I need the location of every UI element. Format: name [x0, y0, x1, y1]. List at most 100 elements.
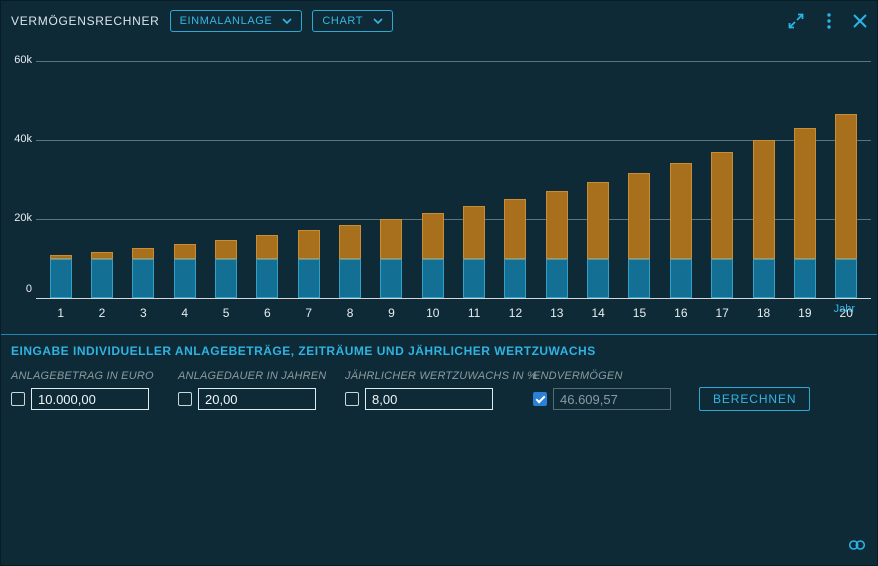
bar-segment-invested[interactable]	[215, 259, 237, 299]
bar-segment-invested[interactable]	[794, 259, 816, 299]
bar-segment-invested[interactable]	[132, 259, 154, 299]
anlagebetrag-control	[11, 388, 149, 410]
stacked-bar[interactable]	[587, 182, 609, 298]
bar-segment-growth[interactable]	[132, 248, 154, 258]
stacked-bar[interactable]	[132, 248, 154, 298]
bar-segment-growth[interactable]	[298, 230, 320, 258]
wertzuwachs-checkbox[interactable]	[345, 392, 359, 406]
kebab-menu-icon[interactable]	[827, 13, 831, 29]
stacked-bar[interactable]	[711, 152, 733, 298]
bar-segment-growth[interactable]	[794, 128, 816, 259]
anlagebetrag-input[interactable]	[31, 388, 149, 410]
stacked-bar[interactable]	[91, 252, 113, 298]
bar-segment-invested[interactable]	[256, 259, 278, 299]
bar-segment-growth[interactable]	[215, 240, 237, 259]
x-tick-label: 16	[660, 299, 701, 320]
bar-segment-growth[interactable]	[504, 199, 526, 259]
bar-segment-invested[interactable]	[174, 259, 196, 299]
bar-segment-invested[interactable]	[504, 259, 526, 299]
field-endvermoegen: ENDVERMÖGEN	[533, 370, 671, 410]
x-tick-label: 8	[329, 299, 370, 320]
stacked-bar[interactable]	[504, 199, 526, 298]
stacked-bar[interactable]	[835, 114, 857, 298]
ansicht-dropdown[interactable]: CHART	[312, 10, 393, 32]
bar-segment-growth[interactable]	[628, 173, 650, 259]
bar-segment-invested[interactable]	[91, 259, 113, 299]
expand-arrows-icon[interactable]	[787, 12, 805, 30]
bar-segment-growth[interactable]	[380, 219, 402, 258]
bar-segment-invested[interactable]	[628, 259, 650, 299]
bar-segment-growth[interactable]	[422, 213, 444, 259]
bar-segment-invested[interactable]	[298, 259, 320, 299]
anlagebetrag-label: ANLAGEBETRAG IN EURO	[11, 370, 149, 382]
bar-segment-growth[interactable]	[753, 140, 775, 258]
bar-segment-growth[interactable]	[174, 244, 196, 258]
bar-segment-growth[interactable]	[463, 206, 485, 259]
bar-column	[164, 61, 205, 298]
bar-segment-invested[interactable]	[50, 259, 72, 299]
stacked-bar[interactable]	[339, 225, 361, 298]
stacked-bar[interactable]	[50, 255, 72, 298]
bar-segment-growth[interactable]	[835, 114, 857, 259]
chevron-down-icon	[373, 18, 383, 24]
stacked-bar[interactable]	[174, 244, 196, 298]
anlagebetrag-checkbox[interactable]	[11, 392, 25, 406]
berechnen-button[interactable]: BERECHNEN	[699, 387, 810, 411]
endvermoegen-input[interactable]	[553, 388, 671, 410]
close-x-icon[interactable]	[853, 14, 867, 28]
y-tick-label: 20k	[5, 212, 32, 224]
x-tick-label: 1	[40, 299, 81, 320]
stacked-bar[interactable]	[298, 230, 320, 298]
wealth-bar-chart: Jahr 1234567891011121314151617181920 020…	[1, 61, 871, 320]
anlagedauer-label: ANLAGEDAUER IN JAHREN	[178, 370, 316, 382]
bar-segment-growth[interactable]	[546, 191, 568, 259]
bar-segment-invested[interactable]	[670, 259, 692, 299]
x-tick-label: 4	[164, 299, 205, 320]
x-tick-label: 11	[453, 299, 494, 320]
x-tick-label: 12	[495, 299, 536, 320]
bar-segment-growth[interactable]	[587, 182, 609, 259]
stacked-bar[interactable]	[422, 213, 444, 298]
stacked-bar[interactable]	[628, 173, 650, 298]
bar-column	[205, 61, 246, 298]
stacked-bar[interactable]	[463, 206, 485, 298]
x-tick-label: 14	[577, 299, 618, 320]
bar-segment-growth[interactable]	[256, 235, 278, 258]
stacked-bar[interactable]	[546, 191, 568, 298]
stacked-bar[interactable]	[753, 140, 775, 298]
stacked-bar[interactable]	[256, 235, 278, 298]
y-tick-label: 40k	[5, 133, 32, 145]
x-tick-label: 15	[619, 299, 660, 320]
bar-segment-invested[interactable]	[587, 259, 609, 299]
bar-segment-invested[interactable]	[380, 259, 402, 299]
anlagedauer-control	[178, 388, 316, 410]
bar-column	[40, 61, 81, 298]
endvermoegen-checkbox[interactable]	[533, 392, 547, 406]
bar-column	[288, 61, 329, 298]
bar-segment-invested[interactable]	[339, 259, 361, 299]
anlagedauer-checkbox[interactable]	[178, 392, 192, 406]
wertzuwachs-input[interactable]	[365, 388, 493, 410]
bar-segment-invested[interactable]	[546, 259, 568, 299]
stacked-bar[interactable]	[794, 128, 816, 298]
bar-column	[453, 61, 494, 298]
wertzuwachs-control	[345, 388, 493, 410]
bar-segment-invested[interactable]	[753, 259, 775, 299]
stacked-bar[interactable]	[670, 163, 692, 298]
bar-segment-growth[interactable]	[670, 163, 692, 259]
bar-column	[371, 61, 412, 298]
chain-link-icon[interactable]	[848, 538, 866, 556]
bar-segment-growth[interactable]	[711, 152, 733, 259]
anlagedauer-input[interactable]	[198, 388, 316, 410]
bar-segment-invested[interactable]	[463, 259, 485, 299]
stacked-bar[interactable]	[215, 240, 237, 298]
y-tick-label: 60k	[5, 54, 32, 66]
bar-segment-growth[interactable]	[339, 225, 361, 259]
x-tick-label: 10	[412, 299, 453, 320]
bar-segment-invested[interactable]	[711, 259, 733, 299]
anlageart-dropdown[interactable]: EINMALANLAGE	[170, 10, 303, 32]
bar-segment-invested[interactable]	[835, 259, 857, 299]
stacked-bar[interactable]	[380, 219, 402, 298]
bar-segment-invested[interactable]	[422, 259, 444, 299]
x-tick-label: 19	[784, 299, 825, 320]
